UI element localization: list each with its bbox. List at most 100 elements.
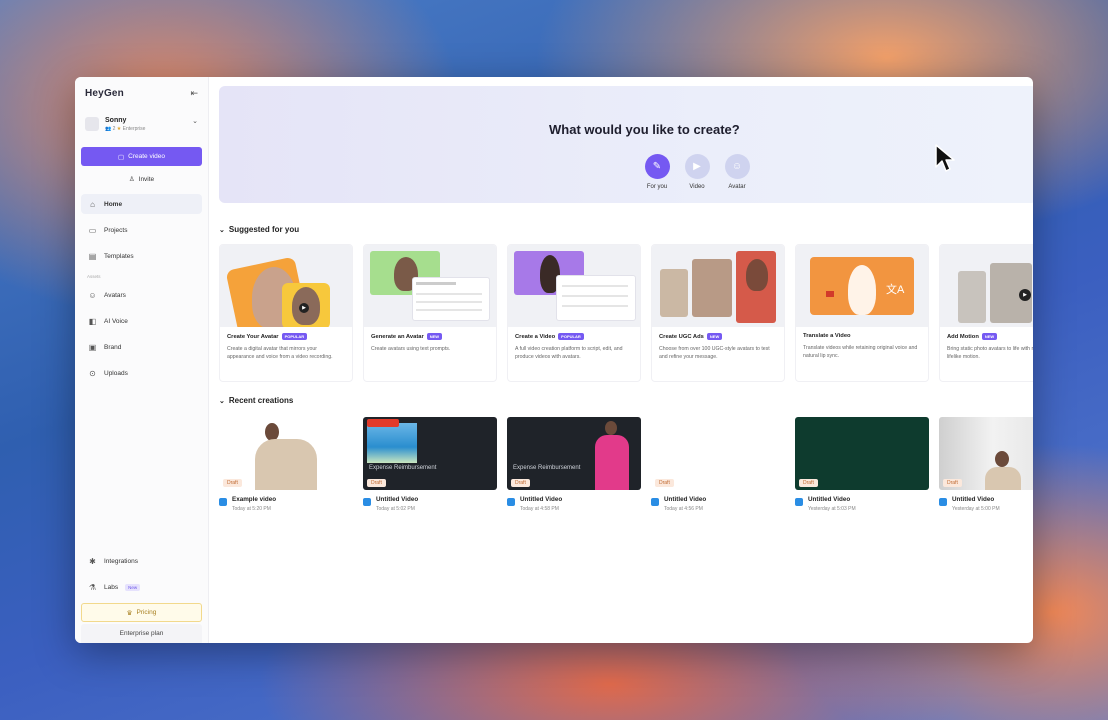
suggested-section-toggle[interactable]: ⌄ Suggested for you <box>219 225 1033 234</box>
card-generate-avatar[interactable]: Generate an Avatar NEW Create avatars us… <box>363 244 497 382</box>
recent-title: Untitled Video <box>808 496 851 503</box>
video-file-icon <box>363 498 371 506</box>
sidebar-item-label: AI Voice <box>104 317 128 325</box>
draft-badge: Draft <box>367 479 386 487</box>
card-title: Generate an Avatar NEW <box>371 333 489 340</box>
sidebar-item-projects[interactable]: ▭ Projects <box>81 220 202 240</box>
sidebar-item-brand[interactable]: ▣ Brand <box>81 337 202 357</box>
brand-icon: ▣ <box>88 342 97 352</box>
sidebar-item-integrations[interactable]: ✱ Integrations <box>81 551 202 571</box>
card-thumbnail: ▶ <box>940 245 1033 327</box>
card-description: Choose from over 100 UGC-style avatars t… <box>659 346 770 361</box>
card-create-ugc-ads[interactable]: Create UGC Ads NEW Choose from over 100 … <box>651 244 785 382</box>
create-video-button[interactable]: ▢ Create video <box>81 147 202 166</box>
recent-item[interactable]: Expense Reimbursement Draft Untitled Vid… <box>507 417 641 512</box>
draft-badge: Draft <box>799 479 818 487</box>
logo-row: HeyGen ⇤ <box>81 85 202 101</box>
hero-title: What would you like to create? <box>549 122 740 137</box>
sidebar-bottom: ✱ Integrations ⚗ Labs New ♛ Pricing Ente… <box>81 545 202 643</box>
home-icon: ⌂ <box>90 199 95 209</box>
chevron-down-icon: ⌄ <box>219 397 225 405</box>
card-title: Create UGC Ads NEW <box>659 333 777 340</box>
new-file-icon: ▢ <box>117 153 125 161</box>
sidebar-item-label: Labs <box>104 583 119 591</box>
new-tag: NEW <box>426 333 443 340</box>
invite-label: Invite <box>138 175 155 183</box>
video-file-icon <box>795 498 803 506</box>
card-description: Translate videos while retaining origina… <box>803 345 918 360</box>
card-title-text: Translate a Video <box>803 333 851 339</box>
account-meta: 👥 2 ★ Enterprise <box>105 126 145 132</box>
card-title-text: Create UGC Ads <box>659 333 704 340</box>
card-create-avatar[interactable]: ▶ Create Your Avatar POPULAR Create a di… <box>219 244 353 382</box>
card-thumbnail: 文A <box>796 245 928 327</box>
avatar-icon: ☺ <box>88 290 97 300</box>
recent-date: Today at 4:58 PM <box>520 506 559 512</box>
tab-label: Avatar <box>728 184 746 190</box>
section-title: Suggested for you <box>228 225 300 234</box>
recent-item[interactable]: Draft Untitled Video Yesterday at 5:03 P… <box>795 417 929 512</box>
recent-item[interactable]: Draft Untitled Video Yesterday at 5:00 P… <box>939 417 1033 512</box>
avatar-photo <box>848 265 876 315</box>
avatar-photo <box>746 259 768 291</box>
labs-icon: ⚗ <box>88 582 97 592</box>
card-body: Add Motion NEW Bring static photo avatar… <box>940 327 1033 367</box>
recent-item[interactable]: Draft Example video Today at 5:20 PM <box>219 417 353 512</box>
sidebar-item-avatars[interactable]: ☺ Avatars <box>81 285 202 305</box>
tab-label: For you <box>646 184 668 190</box>
sidebar-item-labs[interactable]: ⚗ Labs New <box>81 577 202 597</box>
collapse-sidebar-icon[interactable]: ⇤ <box>190 88 198 99</box>
thumb-caption: Expense Reimbursement <box>369 465 437 471</box>
card-translate-video[interactable]: 文A Translate a Video Translate videos wh… <box>795 244 929 382</box>
avatar-body <box>985 467 1021 490</box>
integrations-icon: ✱ <box>89 556 96 566</box>
popular-tag: POPULAR <box>281 333 308 340</box>
tab-avatar[interactable]: ☺ Avatar <box>723 154 751 190</box>
sidebar-item-label: Integrations <box>104 557 138 565</box>
recent-item[interactable]: Expense Reimbursement Draft Untitled Vid… <box>363 417 497 512</box>
recent-title: Untitled Video <box>520 496 563 503</box>
avatar-head <box>995 451 1009 467</box>
video-file-icon <box>651 498 659 506</box>
pricing-label: Pricing <box>136 609 157 616</box>
record-badge <box>367 419 399 427</box>
editor-panel-shape <box>556 275 636 321</box>
pricing-button[interactable]: ♛ Pricing <box>81 603 202 622</box>
app-logo[interactable]: HeyGen <box>85 88 124 99</box>
card-title: Translate a Video <box>803 333 921 339</box>
sidebar-item-uploads[interactable]: ⊙ Uploads <box>81 363 202 383</box>
draft-badge: Draft <box>511 479 530 487</box>
tab-label: Video <box>689 184 705 190</box>
tab-video[interactable]: ▶ Video <box>683 154 711 190</box>
sidebar-item-templates[interactable]: ▤ Templates <box>81 246 202 266</box>
tab-for-you[interactable]: ✎ For you <box>643 154 671 190</box>
play-icon[interactable]: ▶ <box>1019 289 1031 301</box>
sidebar-item-ai-voice[interactable]: ◧ AI Voice <box>81 311 202 331</box>
crown-icon: ♛ <box>126 609 133 617</box>
sidebar-item-home[interactable]: ⌂ Home <box>81 194 202 214</box>
account-switcher[interactable]: Sonny 👥 2 ★ Enterprise ⌄ <box>81 113 202 135</box>
person-icon: ♙ <box>128 176 135 183</box>
avatar-body <box>595 435 629 490</box>
card-add-motion[interactable]: ▶ Add Motion NEW Bring static photo avat… <box>939 244 1033 382</box>
recent-title: Untitled Video <box>376 496 419 503</box>
editor-line <box>562 305 628 307</box>
card-body: Create a Video POPULAR A full video crea… <box>508 327 640 367</box>
recent-item[interactable]: Draft Untitled Video Today at 4:56 PM <box>651 417 785 512</box>
invite-button[interactable]: ♙ Invite <box>81 170 202 188</box>
draft-badge: Draft <box>943 479 962 487</box>
thumb-caption: Expense Reimbursement <box>513 465 581 471</box>
mouse-cursor-icon <box>935 144 955 172</box>
card-thumbnail <box>508 245 640 327</box>
recent-date: Yesterday at 5:00 PM <box>952 506 1000 512</box>
recent-section-toggle[interactable]: ⌄ Recent creations <box>219 396 1033 405</box>
play-icon[interactable]: ▶ <box>299 303 309 313</box>
recent-title: Untitled Video <box>664 496 707 503</box>
people-icon: 👥 <box>105 125 112 132</box>
plan-label: Enterprise plan <box>81 624 202 643</box>
recent-title: Untitled Video <box>952 496 995 503</box>
avatar-body <box>255 439 317 490</box>
hero-tabs: ✎ For you ▶ Video ☺ Avatar <box>643 154 751 190</box>
recent-date: Today at 5:02 PM <box>376 506 415 512</box>
card-create-video[interactable]: Create a Video POPULAR A full video crea… <box>507 244 641 382</box>
